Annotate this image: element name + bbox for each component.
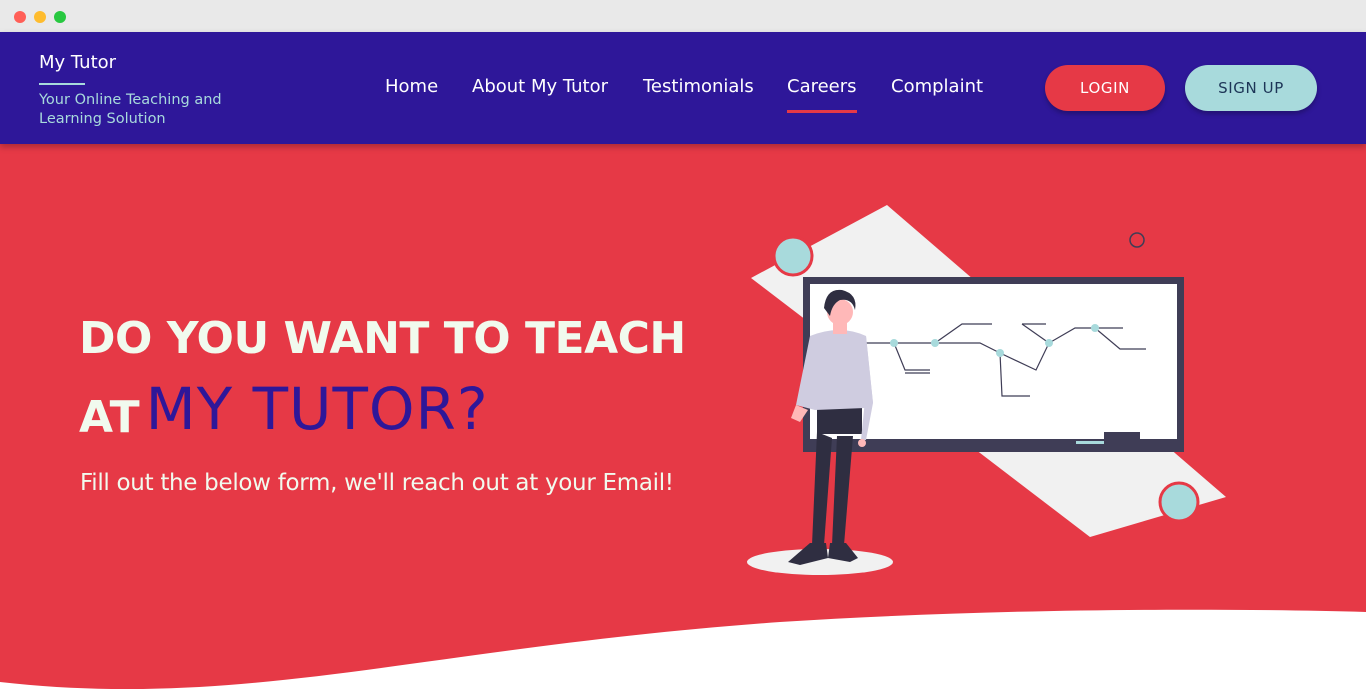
- login-button[interactable]: LOGIN: [1045, 65, 1165, 111]
- hero-title-line1: DO YOU WANT TO TEACH: [79, 313, 686, 364]
- brand-tagline: Your Online Teaching and Learning Soluti…: [39, 92, 222, 127]
- signup-button[interactable]: SIGN UP: [1185, 65, 1317, 111]
- brand-underline: [39, 83, 85, 85]
- deco-circle-small: [1129, 232, 1145, 248]
- nav-careers[interactable]: Careers: [787, 76, 857, 113]
- deco-circle-top: [772, 235, 814, 277]
- nav-complaint[interactable]: Complaint: [891, 76, 983, 97]
- nav-home[interactable]: Home: [385, 76, 438, 97]
- maximize-window-dot[interactable]: [54, 11, 66, 23]
- teacher-illustration: [747, 205, 1226, 575]
- brand-name[interactable]: My Tutor: [39, 52, 116, 73]
- nav-about[interactable]: About My Tutor: [472, 76, 608, 97]
- browser-titlebar: [0, 0, 1366, 32]
- nav-testimonials[interactable]: Testimonials: [643, 76, 754, 97]
- navbar: My Tutor Your Online Teaching and Learni…: [0, 32, 1366, 144]
- minimize-window-dot[interactable]: [34, 11, 46, 23]
- hero-title-prefix: AT: [79, 392, 140, 443]
- bottom-wave: [0, 609, 1366, 689]
- deco-circle-bottom: [1158, 481, 1200, 523]
- hero-subtitle: Fill out the below form, we'll reach out…: [80, 470, 674, 496]
- close-window-dot[interactable]: [14, 11, 26, 23]
- hero-title-accent: MY TUTOR?: [145, 375, 489, 443]
- hero-title-line2: AT MY TUTOR?: [79, 375, 489, 446]
